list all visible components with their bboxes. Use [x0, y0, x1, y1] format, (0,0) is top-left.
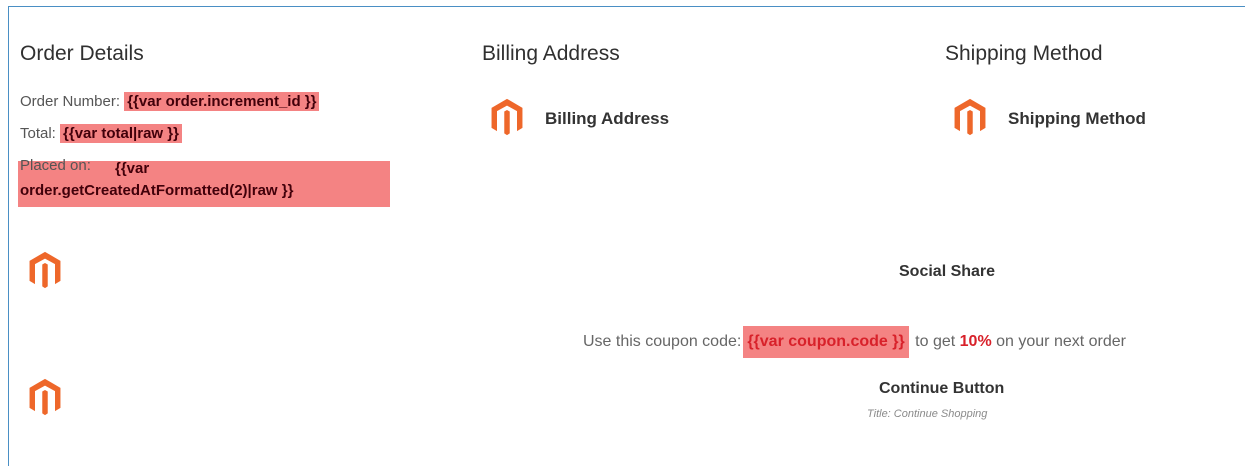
coupon-middle: to get — [915, 333, 956, 350]
magento-logo-icon[interactable] — [26, 377, 64, 417]
total-label: Total: — [20, 125, 56, 142]
coupon-percent: 10% — [959, 333, 992, 350]
shipping-method-heading: Shipping Method — [945, 42, 1103, 65]
coupon-prefix: Use this coupon code: — [583, 333, 742, 350]
social-share-block-label[interactable]: Social Share — [899, 263, 995, 281]
magento-logo-icon[interactable] — [487, 97, 527, 137]
magento-logo-icon[interactable] — [26, 250, 64, 290]
continue-button-block-label[interactable]: Continue Button — [879, 380, 1004, 398]
order-details-heading: Order Details — [20, 42, 144, 65]
order-number-label: Order Number: — [20, 93, 121, 110]
magento-logo-icon[interactable] — [950, 97, 990, 137]
billing-address-block-label[interactable]: Billing Address — [545, 109, 669, 129]
continue-button-subtitle: Title: Continue Shopping — [867, 408, 988, 420]
total-variable[interactable]: {{var total|raw }} — [60, 124, 182, 143]
billing-address-heading: Billing Address — [482, 42, 620, 65]
shipping-method-block-label[interactable]: Shipping Method — [1008, 109, 1146, 129]
placed-on-label: Placed on: — [20, 157, 91, 174]
order-number-row: Order Number: {{var order.increment_id }… — [20, 91, 320, 112]
coupon-message: Use this coupon code: {{var coupon.code }… — [583, 326, 1126, 358]
placed-on-variable-line2: order.getCreatedAtFormatted(2)|raw }} — [20, 182, 294, 199]
placed-on-variable-line1: {{var — [115, 160, 150, 177]
total-row: Total: {{var total|raw }} — [20, 123, 182, 144]
order-number-variable[interactable]: {{var order.increment_id }} — [124, 92, 320, 111]
email-template-preview — [8, 6, 1245, 466]
coupon-code-variable[interactable]: {{var coupon.code }} — [743, 326, 909, 358]
coupon-suffix: on your next order — [996, 333, 1126, 350]
